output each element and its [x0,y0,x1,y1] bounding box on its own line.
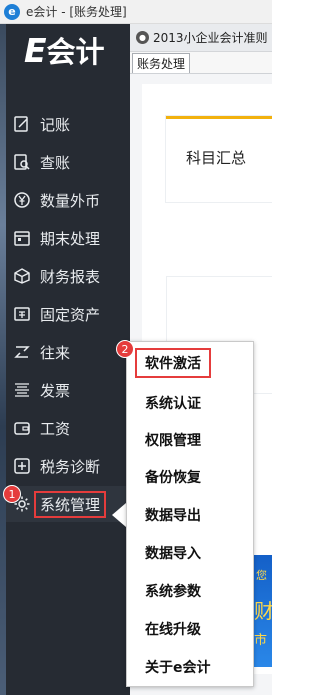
step-badge-2: 2 [116,340,134,358]
invoice-icon [12,380,32,400]
sidebar-item-receivables[interactable]: 往来 [6,334,130,370]
document-title: 2013小企业会计准则 [153,31,268,45]
brand-name: 会计 [46,35,105,69]
sidebar-item-payroll[interactable]: 工资 [6,410,130,446]
plus-square-icon [12,456,32,476]
menu-item-data-export[interactable]: 数据导出 [145,505,201,525]
sidebar-item-label: 工资 [40,419,71,438]
sidebar-item-label: 数量外币 [40,191,101,210]
sidebar-item-foreign-currency[interactable]: 数量外币 [6,182,130,218]
edit-icon [12,114,32,134]
tab-bar: 账务处理 [130,52,272,74]
sidebar-item-label: 查账 [40,153,71,172]
app-logo-icon: e [4,3,20,20]
menu-item-online-upgrade[interactable]: 在线升级 [145,619,201,639]
menu-item-data-import[interactable]: 数据导入 [145,543,201,563]
sidebar-item-fixed-assets[interactable]: 固定资产 [6,296,130,332]
promo-text-2: 财 [254,599,272,623]
sidebar-item-chazhang[interactable]: 查账 [6,144,130,180]
step-badge-1: 1 [3,485,21,503]
sidebar-item-label: 税务诊断 [40,457,101,476]
summary-title: 科目汇总 [186,149,247,167]
wallet-icon [12,418,32,438]
sidebar-item-reports[interactable]: 财务报表 [6,258,130,294]
brand-logo: E 会计 [6,24,130,76]
summary-card[interactable]: 科目汇总 [166,116,272,202]
sidebar-item-invoice[interactable]: 发票 [6,372,130,408]
sidebar: E 会计 记账 查账 数量外币 期末处理 财务报表 固定资产 往来 发票 工资 … [6,24,130,695]
menu-item-activate-software[interactable]: 软件激活 [135,348,211,378]
window-title: e会计 - [账务处理] [26,5,127,19]
sidebar-item-label: 发票 [40,381,71,400]
brand-logo-letter: E [24,30,47,70]
menu-item-backup-restore[interactable]: 备份恢复 [145,467,201,487]
promo-text-1: 您 [256,569,267,582]
cube-icon [12,266,32,286]
menu-item-system-auth[interactable]: 系统认证 [145,393,201,413]
tab-ledger[interactable]: 账务处理 [132,53,191,73]
sidebar-item-label: 期末处理 [40,229,101,248]
sidebar-item-label: 往来 [40,343,71,362]
sidebar-item-label: 系统管理 [34,490,107,518]
system-management-popup: 软件激活 系统认证 权限管理 备份恢复 数据导出 数据导入 系统参数 在线升级 … [126,341,254,687]
popup-arrow [112,503,126,527]
title-bar: e e会计 - [账务处理] [0,0,272,24]
promo-text-3: 市 [254,633,268,648]
sidebar-item-jizhang[interactable]: 记账 [6,106,130,142]
sidebar-item-period-end[interactable]: 期末处理 [6,220,130,256]
document-icon: ● [136,31,149,44]
yen-icon [12,190,32,210]
menu-item-about[interactable]: 关于e会计 [145,657,211,677]
sidebar-item-label: 固定资产 [40,305,101,324]
transfer-icon [12,342,32,362]
document-bar: ● 2013小企业会计准则 [130,24,272,52]
calendar-icon [12,228,32,248]
search-doc-icon [12,152,32,172]
sidebar-item-tax-diagnosis[interactable]: 税务诊断 [6,448,130,484]
asset-icon [12,304,32,324]
sidebar-item-label: 财务报表 [40,267,101,286]
sidebar-item-label: 记账 [40,115,71,134]
menu-item-system-params[interactable]: 系统参数 [145,581,201,601]
menu-item-permissions[interactable]: 权限管理 [145,430,201,450]
